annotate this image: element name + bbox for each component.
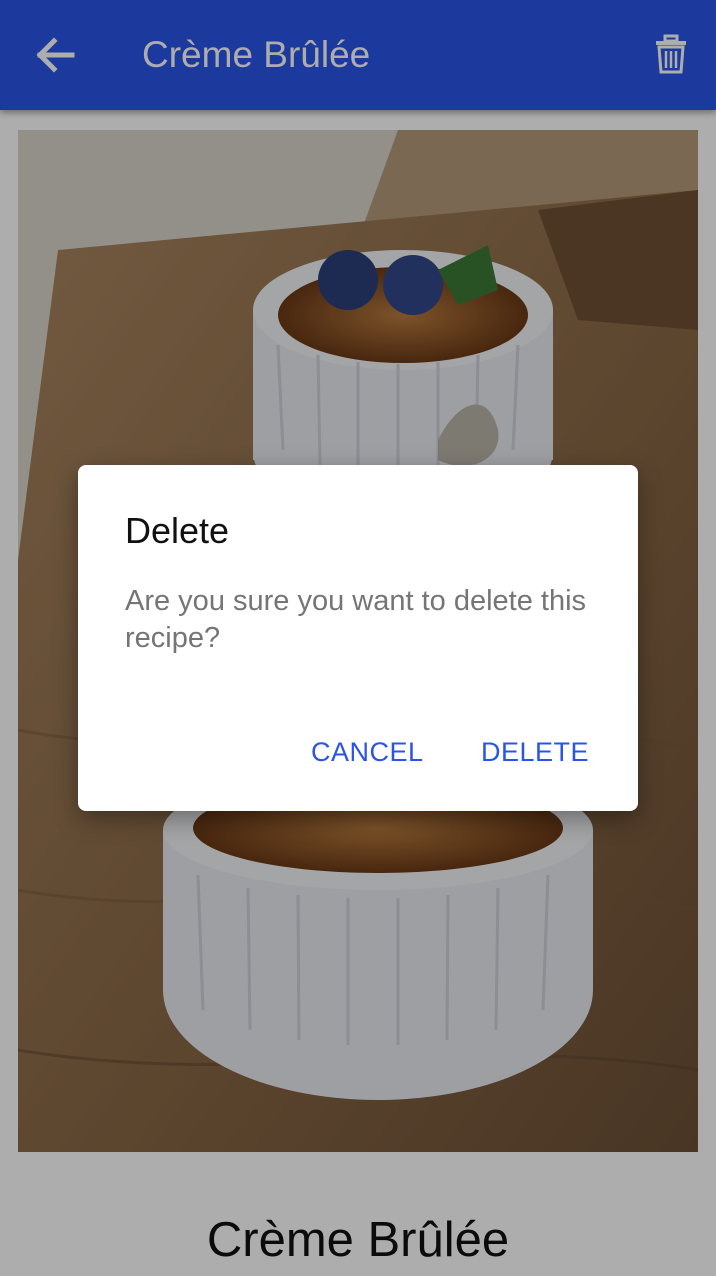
dialog-title: Delete: [125, 510, 230, 551]
dialog-message: Are you sure you want to delete this rec…: [125, 585, 587, 654]
cancel-button[interactable]: CANCEL: [311, 737, 424, 768]
confirm-delete-button[interactable]: DELETE: [481, 737, 589, 768]
delete-confirmation-dialog: Delete Are you sure you want to delete t…: [78, 465, 638, 811]
